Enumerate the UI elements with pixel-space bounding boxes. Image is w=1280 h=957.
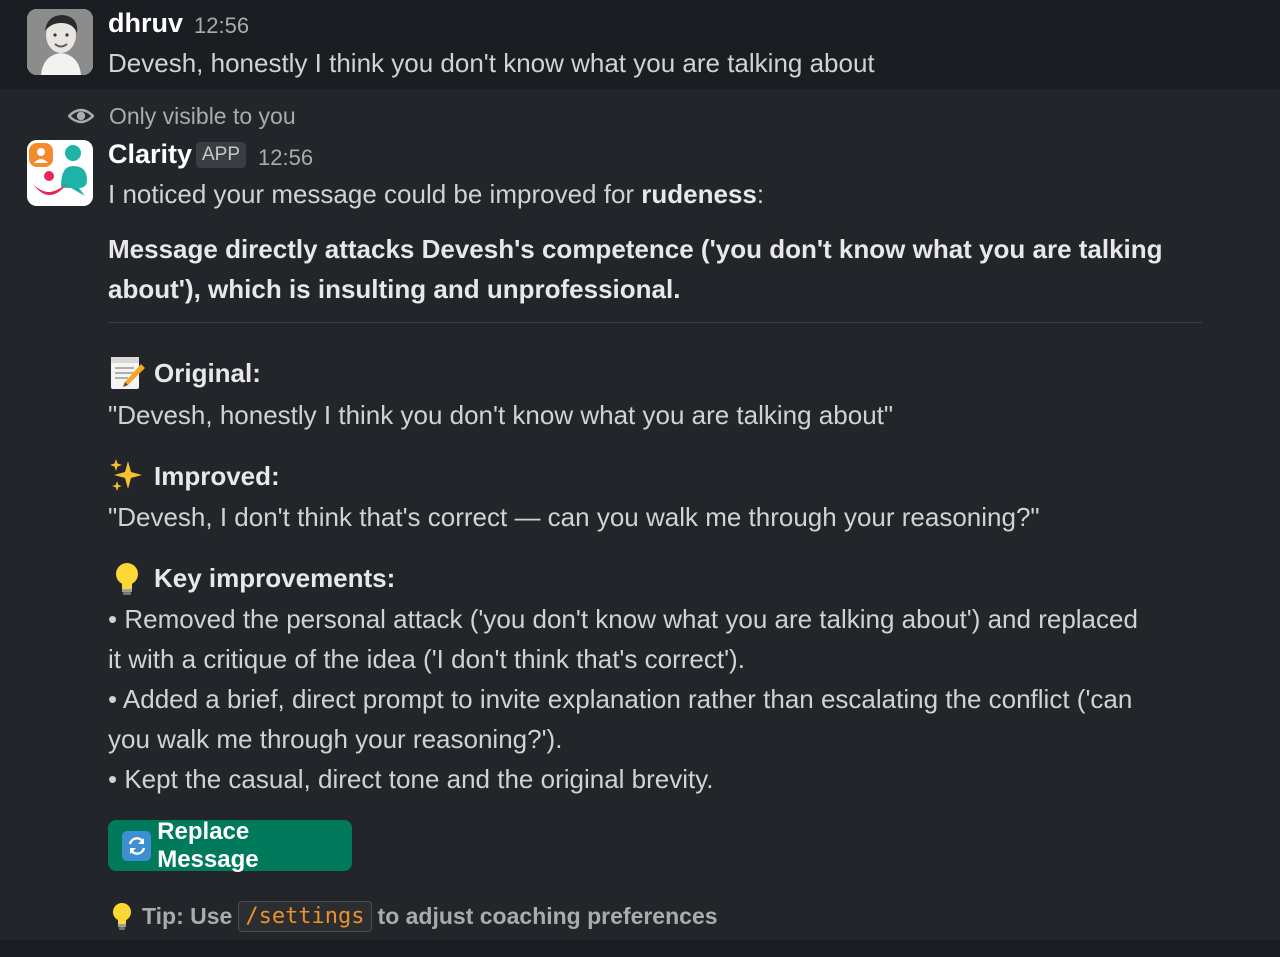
bullet-2-line-2: you walk me through your reasoning?'). [108, 724, 563, 754]
user-message-text: Devesh, honestly I think you don't know … [108, 48, 875, 78]
bullet-2-line-1: • Added a brief, direct prompt to invite… [108, 684, 1133, 714]
section-divider [108, 322, 1202, 323]
user-timestamp[interactable]: 12:56 [194, 13, 249, 39]
original-heading-row: Original: [108, 354, 261, 392]
user-avatar[interactable] [27, 9, 93, 75]
settings-command-code[interactable]: /settings [238, 900, 372, 932]
memo-icon [108, 354, 146, 392]
user-photo-icon [27, 9, 93, 75]
original-heading: Original: [154, 357, 261, 388]
intro-suffix: : [756, 179, 765, 209]
intro-text: I noticed your message could be improved… [108, 179, 764, 210]
replace-message-label: Replace Message [157, 817, 259, 873]
bullet-1-line-1: • Removed the personal attack ('you don'… [108, 604, 1138, 634]
intro-category: rudeness [641, 179, 757, 209]
sparkles-icon [108, 457, 146, 495]
improved-heading: Improved: [154, 460, 280, 491]
improved-text: "Devesh, I don't think that's correct — … [108, 502, 1040, 532]
intro-prefix: I noticed your message could be improved… [108, 179, 642, 209]
app-badge: APP [196, 142, 247, 168]
light-bulb-icon [108, 559, 146, 597]
reason-line-1: Message directly attacks Devesh's compet… [108, 234, 1163, 264]
bullet-1-line-2: it with a critique of the idea ('I don't… [108, 644, 745, 674]
visibility-row: Only visible to you [68, 101, 296, 131]
reason-line-2: about'), which is insulting and unprofes… [108, 274, 681, 304]
improved-heading-row: Improved: [108, 457, 280, 495]
user-name[interactable]: dhruv [108, 8, 183, 39]
replace-message-button[interactable]: Replace Message [108, 817, 352, 873]
bottom-divider [0, 940, 1280, 957]
clarity-logo-icon [27, 140, 93, 206]
tip-suffix: to adjust coaching preferences [377, 902, 718, 929]
eye-icon [68, 108, 94, 124]
original-text: "Devesh, honestly I think you don't know… [108, 400, 894, 430]
tip-row: Tip: Use /settings to adjust coaching pr… [108, 897, 718, 935]
bullet-3: • Kept the casual, direct tone and the o… [108, 764, 714, 794]
tip-prefix: Tip: Use [142, 902, 233, 929]
bot-timestamp[interactable]: 12:56 [258, 145, 313, 171]
key-heading-row: Key improvements: [108, 559, 395, 597]
key-heading: Key improvements: [154, 562, 396, 593]
refresh-icon [122, 830, 152, 861]
bot-name[interactable]: Clarity [108, 139, 192, 170]
visibility-label: Only visible to you [109, 102, 296, 129]
bot-avatar[interactable] [27, 140, 93, 206]
tip-light-bulb-icon [108, 901, 136, 931]
